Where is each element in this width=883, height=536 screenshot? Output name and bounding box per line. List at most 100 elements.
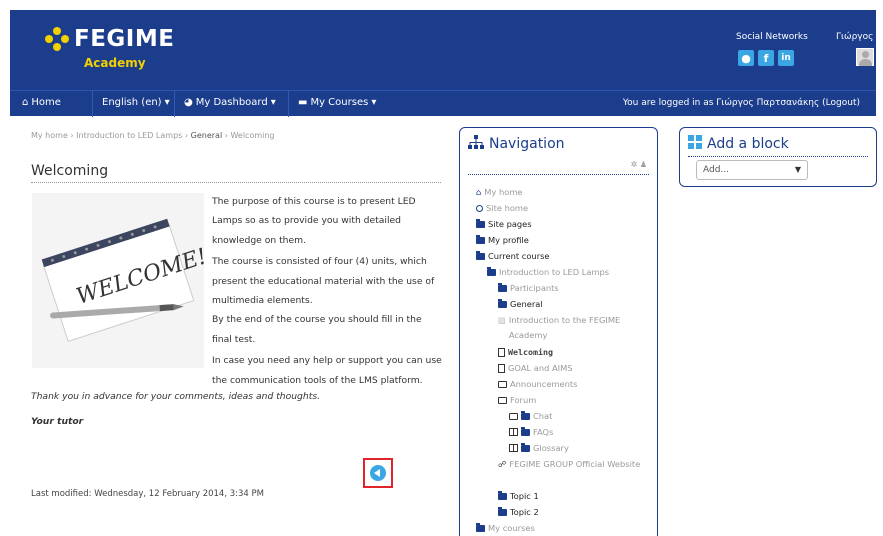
link-icon: ☍ [498,459,507,469]
home-icon: ⌂ [476,187,482,197]
nav-node-official-website[interactable]: ☍ FEGIME GROUP Official Website [498,457,648,487]
thanks-text: Thank you in advance for your comments, … [31,391,321,402]
nav-node-participants[interactable]: Participants [498,281,559,295]
course-description: The purpose of this course is to present… [212,192,442,390]
logo-mark-icon [44,26,70,52]
folder-icon [498,506,507,516]
last-modified: Last modified: Wednesday, 12 February 20… [31,489,264,499]
breadcrumb-item[interactable]: My home [31,131,68,140]
paragraph: In case you need any help or support you… [212,355,442,386]
nav-dashboard[interactable]: ◕ My Dashboard ▾ [184,97,276,108]
site-logo[interactable]: FEGIME Academy [44,26,175,70]
caret-down-icon: ▾ [164,97,170,108]
chevron-down-icon: ▼ [794,165,801,174]
home-icon: ⌂ [22,97,29,108]
nav-node-topic-1[interactable]: Topic 1 [498,489,539,503]
social-networks-label: Social Networks [736,32,808,42]
add-block-select[interactable]: Add... ▼ [696,160,808,180]
navigation-title-label: Navigation [489,136,565,152]
site-header: FEGIME Academy Social Networks ● f in Γι… [10,10,876,90]
previous-button[interactable] [363,458,393,488]
nav-home-label: Home [31,97,61,108]
nav-node-site-home[interactable]: Site home [476,201,528,215]
folder-icon [476,234,485,244]
nav-node-site-pages[interactable]: Site pages [476,217,532,231]
gear-icon[interactable]: ✲ [631,160,638,169]
nav-node-welcoming[interactable]: Welcoming [498,345,553,359]
file-icon: ▨ [498,315,506,325]
caret-down-icon: ▾ [270,97,276,108]
title-divider [31,182,441,183]
welcome-notepad-image: WELCOME! [32,193,210,368]
book-icon [509,444,518,452]
nav-node-course[interactable]: Introduction to LED Lamps [487,265,609,279]
folder-icon [521,426,530,436]
nav-node-current-course[interactable]: Current course [476,249,550,263]
forum-icon [498,396,507,404]
nav-node-my-courses[interactable]: My courses [476,521,535,535]
user-icon[interactable]: ♟ [640,160,647,169]
folder-icon [498,298,507,308]
folder-icon [476,522,485,532]
page-title: Welcoming [31,163,109,179]
page-icon [498,347,505,357]
folder-icon [498,490,507,500]
arrow-left-icon [370,465,386,481]
briefcase-icon: ▬ [298,97,308,108]
add-block: Add a block Add... ▼ [679,127,877,187]
nav-node-chat[interactable]: Chat [509,409,552,423]
nav-node-topic-2[interactable]: Topic 2 [498,505,539,519]
navigation-block: Navigation ✲ ♟ ⌂ My home Site home Site … [459,127,658,536]
block-tools: ✲ ♟ [631,160,647,169]
folder-icon [521,442,530,452]
navigation-title: Navigation [468,135,565,153]
chat-icon [509,412,518,420]
nav-courses-label: My Courses [310,97,369,108]
caret-down-icon: ▾ [371,97,377,108]
breadcrumb-current: Welcoming [230,131,275,140]
nav-node-my-home[interactable]: ⌂ My home [476,185,523,199]
nav-node-goal-aims[interactable]: GOAL and AIMS [498,361,573,375]
breadcrumb-item[interactable]: General [191,131,223,140]
nav-node-glossary[interactable]: Glossary [509,441,569,455]
forum-icon [498,380,507,388]
page-icon [498,363,505,373]
book-icon [509,428,518,436]
add-block-title: Add a block [688,135,789,153]
nav-language[interactable]: English (en) ▾ [102,97,170,108]
brand-name: FEGIME [74,26,175,52]
folder-icon [476,250,485,260]
nav-dashboard-label: My Dashboard [195,97,268,108]
main-navbar: ⌂ Home English (en) ▾ ◕ My Dashboard ▾ ▬… [10,90,876,117]
circle-icon [476,204,483,212]
facebook-icon[interactable]: f [758,50,774,66]
avatar[interactable] [856,48,874,66]
dashboard-icon: ◕ [184,97,193,108]
sitemap-icon [468,135,484,153]
globe-icon[interactable]: ● [738,50,754,66]
nav-node-announcements[interactable]: Announcements [498,377,577,391]
nav-node-general[interactable]: General [498,297,543,311]
nav-node-introduction[interactable]: ▨ Introduction to the FEGIME Academy [498,313,648,343]
nav-node-faqs[interactable]: FAQs [509,425,553,439]
nav-node-forum[interactable]: Forum [498,393,536,407]
breadcrumb: My home › Introduction to LED Lamps › Ge… [31,131,275,140]
nav-home[interactable]: ⌂ Home [22,97,61,108]
grid-icon [688,135,702,153]
add-block-select-value: Add... [703,165,730,175]
folder-icon [498,282,507,292]
paragraph: The purpose of this course is to present… [212,196,416,246]
paragraph: By the end of the course you should fill… [212,314,422,345]
brand-subtitle: Academy [84,56,146,70]
nav-language-label: English (en) [102,97,162,108]
add-block-title-label: Add a block [707,136,789,152]
linkedin-icon[interactable]: in [778,50,794,66]
nav-node-my-profile[interactable]: My profile [476,233,529,247]
nav-courses[interactable]: ▬ My Courses ▾ [298,97,376,108]
login-info[interactable]: You are logged in as Γιώργος Παρτσανάκης… [623,98,860,108]
breadcrumb-item[interactable]: Introduction to LED Lamps [76,131,182,140]
folder-icon [476,218,485,228]
folder-icon [487,266,496,276]
user-name[interactable]: Γιώργος [836,32,873,42]
paragraph: The course is consisted of four (4) unit… [212,256,435,307]
